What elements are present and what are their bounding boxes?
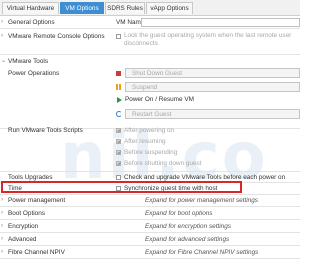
general-options-label[interactable]: General Options bbox=[8, 19, 55, 26]
chevron-right-icon[interactable]: › bbox=[1, 33, 3, 39]
row-power-management: › Power management Expand for power mana… bbox=[0, 195, 300, 207]
lock-guest-checkbox[interactable] bbox=[116, 34, 121, 39]
fibre-channel-label[interactable]: Fibre Channel NPIV bbox=[8, 249, 65, 256]
chevron-right-icon[interactable]: › bbox=[1, 249, 3, 255]
tools-upgrades-label: Tools Upgrades bbox=[8, 174, 53, 181]
chevron-right-icon[interactable]: › bbox=[1, 197, 3, 203]
boot-options-label[interactable]: Boot Options bbox=[8, 210, 45, 217]
after-resuming-label: After resuming bbox=[124, 138, 166, 145]
pause-icon bbox=[116, 84, 121, 90]
chevron-right-icon[interactable]: › bbox=[1, 19, 3, 25]
chevron-down-icon[interactable]: ⌄ bbox=[1, 57, 6, 64]
suspend-select[interactable]: Suspend bbox=[125, 82, 300, 92]
stop-icon bbox=[116, 71, 121, 76]
tab-bar: Virtual Hardware VM Options SDRS Rules v… bbox=[0, 0, 300, 16]
upgrade-tools-text: Check and upgrade VMware Tools before ea… bbox=[124, 174, 286, 181]
boot-options-hint: Expand for boot options bbox=[145, 210, 213, 217]
advanced-label[interactable]: Advanced bbox=[8, 236, 36, 243]
advanced-hint: Expand for advanced settings bbox=[145, 236, 230, 243]
restart-icon bbox=[116, 111, 122, 117]
restart-guest-select[interactable]: Restart Guest bbox=[125, 109, 300, 119]
vmware-tools-label[interactable]: VMware Tools bbox=[8, 58, 48, 65]
row-remote-console: › VMware Remote Console Options Lock the… bbox=[0, 29, 300, 55]
vm-name-input[interactable] bbox=[141, 18, 300, 27]
shut-down-guest-select[interactable]: Shut Down Guest bbox=[125, 68, 300, 78]
row-power-operations: Power Operations Shut Down Guest Suspend… bbox=[0, 67, 300, 129]
before-shutdown-label: Before shutting down guest bbox=[124, 160, 202, 167]
row-encryption: › Encryption Expand for encryption setti… bbox=[0, 220, 300, 233]
tab-vapp-options[interactable]: vApp Options bbox=[146, 2, 193, 14]
play-icon bbox=[117, 97, 122, 103]
after-power-on-label: After powering on bbox=[124, 127, 175, 134]
row-fibre-channel: › Fibre Channel NPIV Expand for Fibre Ch… bbox=[0, 246, 300, 259]
row-general-options: › General Options VM Name: bbox=[0, 16, 300, 29]
after-power-on-checkbox[interactable] bbox=[116, 128, 121, 133]
remote-console-label[interactable]: VMware Remote Console Options bbox=[8, 33, 108, 41]
time-row-highlight bbox=[1, 181, 242, 193]
encryption-label[interactable]: Encryption bbox=[8, 223, 38, 230]
power-management-label[interactable]: Power management bbox=[8, 197, 65, 204]
row-boot-options: › Boot Options Expand for boot options bbox=[0, 207, 300, 220]
row-run-scripts: Run VMware Tools Scripts After powering … bbox=[0, 124, 300, 172]
tab-virtual-hardware[interactable]: Virtual Hardware bbox=[2, 2, 59, 14]
upgrade-tools-checkbox[interactable] bbox=[116, 175, 121, 180]
power-on-label: Power On / Resume VM bbox=[125, 96, 194, 103]
fibre-channel-hint: Expand for Fibre Channel NPIV settings bbox=[145, 249, 259, 256]
after-resuming-checkbox[interactable] bbox=[116, 139, 121, 144]
power-operations-label: Power Operations bbox=[8, 70, 60, 77]
power-management-hint: Expand for power management settings bbox=[145, 197, 258, 204]
run-scripts-label: Run VMware Tools Scripts bbox=[8, 127, 83, 134]
chevron-right-icon[interactable]: › bbox=[1, 210, 3, 216]
chevron-right-icon[interactable]: › bbox=[1, 236, 3, 242]
before-suspending-label: Before suspending bbox=[124, 149, 178, 156]
before-suspending-checkbox[interactable] bbox=[116, 150, 121, 155]
row-vmware-tools: ⌄ VMware Tools bbox=[0, 55, 300, 67]
encryption-hint: Expand for encryption settings bbox=[145, 223, 231, 230]
lock-guest-text: Lock the guest operating system when the… bbox=[124, 32, 292, 47]
chevron-right-icon[interactable]: › bbox=[1, 223, 3, 229]
row-advanced: › Advanced Expand for advanced settings bbox=[0, 233, 300, 246]
tab-vm-options[interactable]: VM Options bbox=[60, 2, 104, 14]
tab-sdrs-rules[interactable]: SDRS Rules bbox=[105, 2, 145, 14]
before-shutdown-checkbox[interactable] bbox=[116, 161, 121, 166]
